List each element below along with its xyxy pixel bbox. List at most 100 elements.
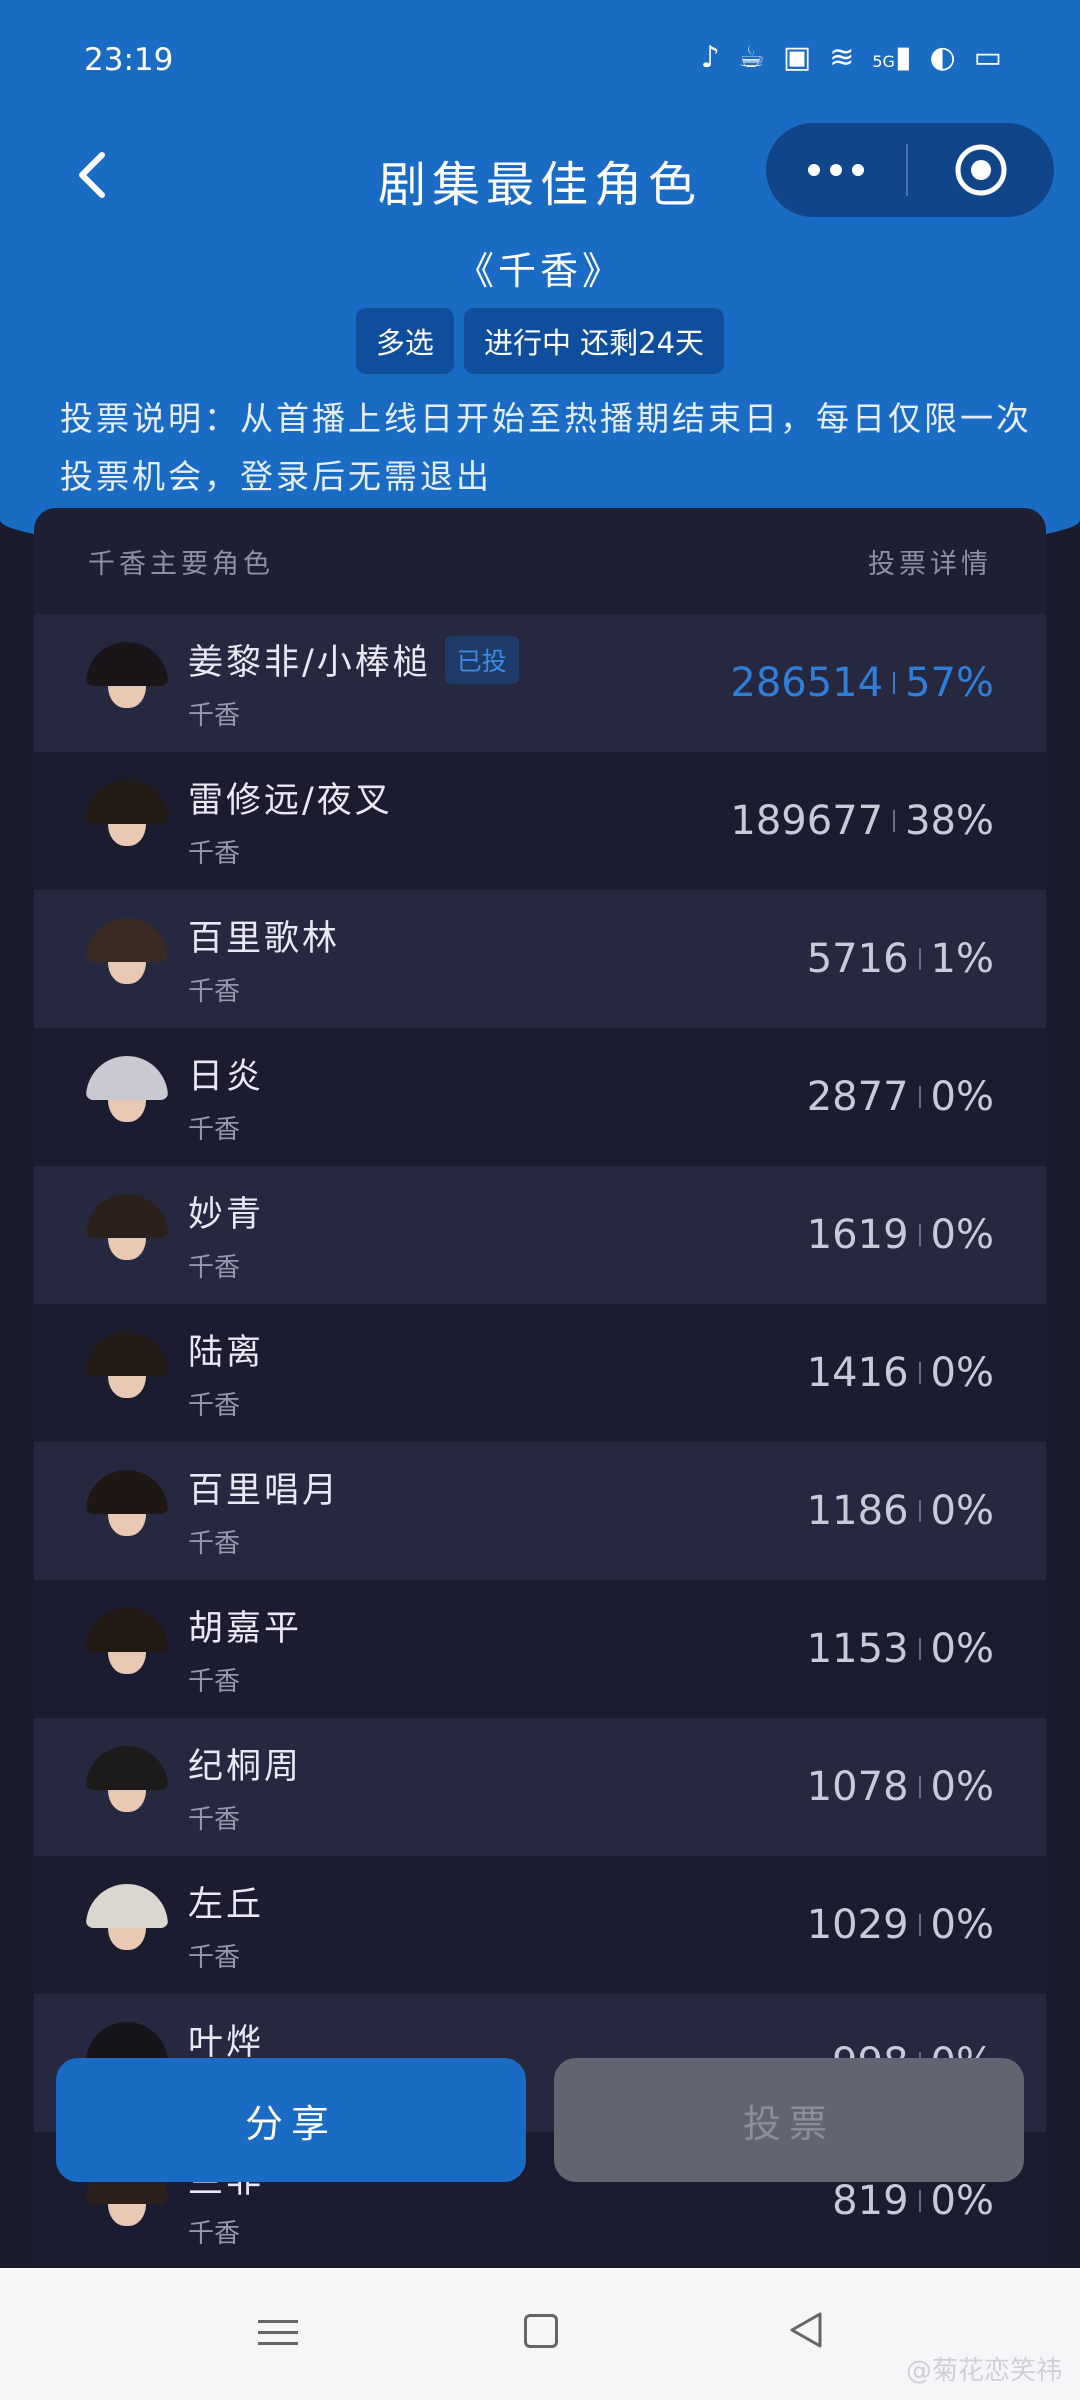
vote-divider bbox=[893, 810, 896, 832]
vote-count: 1153 bbox=[806, 1626, 909, 1672]
vote-divider bbox=[918, 948, 921, 970]
watermark: @菊花恋笑祎 bbox=[905, 2356, 1062, 2386]
vote-count: 1029 bbox=[806, 1902, 909, 1948]
character-name: 陆离 bbox=[188, 1333, 265, 1373]
character-row[interactable]: 姜黎非/小棒槌 已投 千香 286514 57% bbox=[34, 614, 1046, 752]
name-line: 妙青 bbox=[188, 1186, 807, 1237]
vote-count: 286514 bbox=[730, 660, 884, 706]
name-line: 百里歌林 bbox=[188, 910, 807, 961]
character-row[interactable]: 左丘 千香 1029 0% bbox=[34, 1856, 1046, 1994]
character-info: 胡嘉平 千香 bbox=[188, 1600, 807, 1698]
avatar bbox=[86, 1608, 168, 1690]
vote-count: 2877 bbox=[806, 1074, 909, 1120]
home-button[interactable] bbox=[524, 2314, 558, 2348]
menu-line-icon bbox=[258, 2331, 298, 2334]
network-label: 5G bbox=[872, 52, 895, 71]
drama-name: 千香 bbox=[188, 1667, 241, 1697]
avatar bbox=[86, 918, 168, 1000]
more-dot-icon bbox=[808, 164, 820, 176]
vote-button[interactable]: 投票 bbox=[554, 2058, 1024, 2182]
character-info: 雷修远/夜叉 千香 bbox=[188, 772, 730, 870]
character-name: 日炎 bbox=[188, 1057, 265, 1097]
avatar bbox=[86, 1470, 168, 1552]
vote-count: 189677 bbox=[730, 798, 884, 844]
character-row[interactable]: 妙青 千香 1619 0% bbox=[34, 1166, 1046, 1304]
character-info: 妙青 千香 bbox=[188, 1186, 807, 1284]
avatar bbox=[86, 642, 168, 724]
character-row[interactable]: 纪桐周 千香 1078 0% bbox=[34, 1718, 1046, 1856]
more-button[interactable] bbox=[766, 123, 906, 217]
vote-stats: 1078 0% bbox=[807, 1764, 994, 1810]
vote-divider bbox=[893, 672, 896, 694]
vote-count: 1078 bbox=[806, 1764, 909, 1810]
vote-percent: 0% bbox=[930, 1074, 994, 1120]
avatar-hair bbox=[86, 1884, 168, 1928]
vote-divider bbox=[918, 1224, 921, 1246]
vote-percent: 57% bbox=[905, 660, 994, 706]
signal-icon: 5G▮ bbox=[872, 40, 912, 75]
avatar-hair bbox=[86, 1470, 168, 1514]
more-dot-icon bbox=[830, 164, 842, 176]
share-button[interactable]: 分享 bbox=[56, 2058, 526, 2182]
vote-stats: 819 0% bbox=[832, 2178, 994, 2224]
character-row[interactable]: 雷修远/夜叉 千香 189677 38% bbox=[34, 752, 1046, 890]
name-line: 陆离 bbox=[188, 1324, 807, 1375]
avatar bbox=[86, 780, 168, 862]
character-row[interactable]: 陆离 千香 1416 0% bbox=[34, 1304, 1046, 1442]
vote-percent: 0% bbox=[930, 1902, 994, 1948]
vote-stats: 5716 1% bbox=[807, 936, 994, 982]
drama-subtitle: 《千香》 bbox=[455, 249, 624, 293]
character-row[interactable]: 百里唱月 千香 1186 0% bbox=[34, 1442, 1046, 1580]
avatar-hair bbox=[86, 1332, 168, 1376]
name-line: 胡嘉平 bbox=[188, 1600, 807, 1651]
vote-divider bbox=[918, 1914, 921, 1936]
bili-icon: ▣ bbox=[782, 40, 812, 75]
list-header-right: 投票详情 bbox=[868, 548, 992, 580]
character-name: 妙青 bbox=[188, 1195, 265, 1235]
character-name: 纪桐周 bbox=[188, 1747, 303, 1787]
character-row[interactable]: 百里歌林 千香 5716 1% bbox=[34, 890, 1046, 1028]
avatar-hair bbox=[86, 1194, 168, 1238]
status-time: 23:19 bbox=[84, 42, 174, 78]
list-header: 千香主要角色 投票详情 bbox=[34, 508, 1046, 614]
avatar-hair bbox=[86, 918, 168, 962]
tiktok-icon: ♪ bbox=[700, 40, 720, 75]
character-name: 百里歌林 bbox=[188, 919, 341, 959]
vote-stats: 1416 0% bbox=[807, 1350, 994, 1396]
vote-stats: 1153 0% bbox=[807, 1626, 994, 1672]
avatar bbox=[86, 1056, 168, 1138]
character-info: 左丘 千香 bbox=[188, 1876, 807, 1974]
vote-notice: 投票说明：从首播上线日开始至热播期结束日，每日仅限一次投票机会，登录后无需退出 bbox=[60, 399, 1032, 496]
drama-name: 千香 bbox=[188, 1805, 241, 1835]
avatar bbox=[86, 1194, 168, 1276]
avatar-hair bbox=[86, 642, 168, 686]
recents-button[interactable] bbox=[258, 2312, 298, 2352]
triangle-back-icon bbox=[790, 2312, 822, 2348]
character-row[interactable]: 胡嘉平 千香 1153 0% bbox=[34, 1580, 1046, 1718]
drama-name: 千香 bbox=[188, 701, 241, 731]
character-name: 胡嘉平 bbox=[188, 1609, 303, 1649]
character-rows: 姜黎非/小棒槌 已投 千香 286514 57% 雷修远/夜叉 千香 189677 38% 百里歌… bbox=[34, 614, 1046, 2264]
more-dot-icon bbox=[852, 164, 864, 176]
vote-stats: 2877 0% bbox=[807, 1074, 994, 1120]
vote-divider bbox=[918, 1776, 921, 1798]
name-line: 纪桐周 bbox=[188, 1738, 807, 1789]
character-info: 百里唱月 千香 bbox=[188, 1462, 807, 1560]
avatar-hair bbox=[86, 1746, 168, 1790]
vote-count: 1416 bbox=[806, 1350, 909, 1396]
character-name: 百里唱月 bbox=[188, 1471, 341, 1511]
avatar-hair bbox=[86, 780, 168, 824]
vote-count: 819 bbox=[832, 2178, 909, 2224]
vote-percent: 0% bbox=[930, 1350, 994, 1396]
nav-back-button[interactable] bbox=[786, 2310, 826, 2354]
character-info: 纪桐周 千香 bbox=[188, 1738, 807, 1836]
close-program-button[interactable] bbox=[908, 123, 1054, 217]
character-info: 姜黎非/小棒槌 已投千香 bbox=[188, 634, 730, 732]
vote-count: 5716 bbox=[806, 936, 909, 982]
character-row[interactable]: 日炎 千香 2877 0% bbox=[34, 1028, 1046, 1166]
name-line: 姜黎非/小棒槌 已投 bbox=[188, 634, 730, 685]
drama-name: 千香 bbox=[188, 1943, 241, 1973]
character-info: 陆离 千香 bbox=[188, 1324, 807, 1422]
character-name: 左丘 bbox=[188, 1885, 265, 1925]
app-icon: ◐ bbox=[929, 40, 956, 75]
